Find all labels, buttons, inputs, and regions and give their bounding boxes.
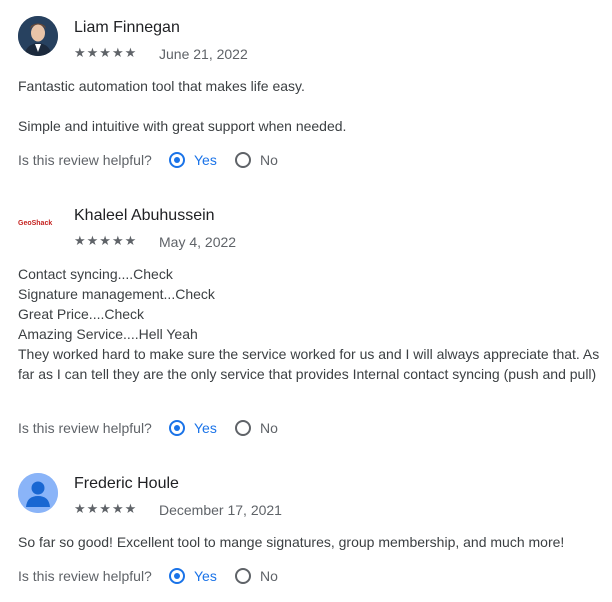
review-date: December 17, 2021 (159, 502, 282, 518)
helpful-yes-radio[interactable] (169, 152, 185, 168)
review-author: Khaleel Abuhussein (74, 207, 215, 224)
review-paragraph: Contact syncing....Check (18, 266, 173, 282)
helpful-no-radio[interactable] (235, 152, 251, 168)
star-rating: ★★★★★ (74, 501, 138, 516)
review-text: Fantastic automation tool that makes lif… (18, 76, 603, 136)
review-text: Contact syncing....Check Signature manag… (18, 264, 603, 384)
review-paragraph: They worked hard to make sure the servic… (18, 346, 600, 382)
helpful-no-label[interactable]: No (260, 568, 278, 584)
default-user-icon (18, 473, 58, 513)
helpful-question: Is this review helpful? (18, 420, 152, 436)
helpful-yes-label[interactable]: Yes (194, 568, 217, 584)
helpful-yes-radio[interactable] (169, 420, 185, 436)
star-rating: ★★★★★ (74, 45, 138, 60)
helpful-yes-label[interactable]: Yes (194, 420, 217, 436)
review-text: So far so good! Excellent tool to mange … (18, 532, 603, 552)
helpful-no-label[interactable]: No (260, 420, 278, 436)
review-author: Frederic Houle (74, 475, 179, 492)
review-author: Liam Finnegan (74, 19, 180, 36)
helpful-no-radio[interactable] (235, 420, 251, 436)
avatar[interactable] (18, 473, 58, 513)
star-rating: ★★★★★ (74, 233, 138, 248)
avatar[interactable] (18, 16, 58, 56)
helpful-yes-radio[interactable] (169, 568, 185, 584)
helpful-no-radio[interactable] (235, 568, 251, 584)
company-logo[interactable]: GeoShack (18, 220, 62, 234)
review-paragraph: Simple and intuitive with great support … (18, 118, 347, 134)
avatar-photo-icon (18, 16, 58, 56)
helpful-question: Is this review helpful? (18, 152, 152, 168)
review-date: May 4, 2022 (159, 234, 237, 250)
review-paragraph: So far so good! Excellent tool to mange … (18, 534, 565, 550)
review-paragraph: Great Price....Check (18, 306, 145, 322)
review-date: June 21, 2022 (159, 46, 248, 62)
helpful-no-label[interactable]: No (260, 152, 278, 168)
review-paragraph: Amazing Service....Hell Yeah (18, 326, 198, 342)
review-paragraph (18, 96, 603, 116)
helpful-yes-label[interactable]: Yes (194, 152, 217, 168)
review-paragraph: Signature management...Check (18, 286, 215, 302)
logo-text: GeoShack (18, 220, 53, 227)
helpful-question: Is this review helpful? (18, 568, 152, 584)
review-paragraph: Fantastic automation tool that makes lif… (18, 78, 305, 94)
